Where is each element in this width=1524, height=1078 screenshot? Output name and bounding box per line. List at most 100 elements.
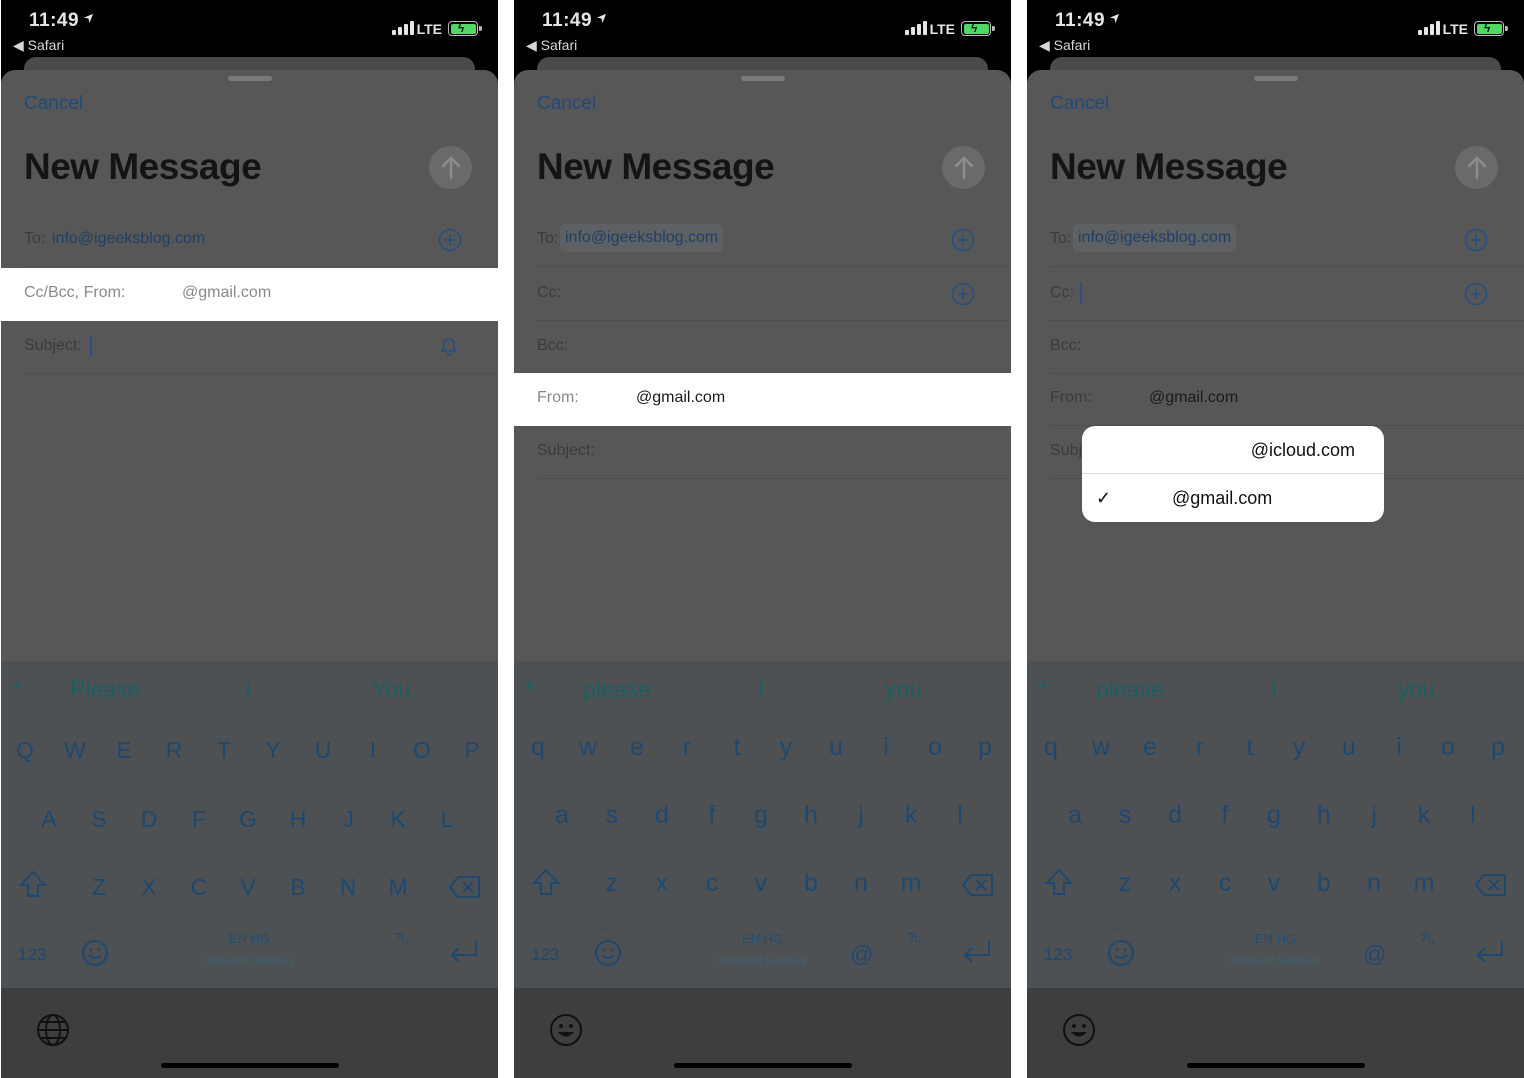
send-button[interactable] bbox=[942, 146, 985, 189]
key[interactable]: z bbox=[1110, 869, 1140, 898]
key[interactable]: F bbox=[184, 806, 214, 833]
key[interactable]: r bbox=[672, 733, 702, 762]
key[interactable]: E bbox=[109, 737, 139, 764]
key[interactable]: Z bbox=[84, 874, 114, 901]
key[interactable]: Q bbox=[10, 737, 40, 764]
add-contact-icon[interactable] bbox=[951, 228, 975, 252]
menu-option-icloud[interactable]: @icloud.com bbox=[1082, 426, 1384, 474]
key[interactable]: u bbox=[821, 733, 851, 762]
key[interactable]: B bbox=[283, 874, 313, 901]
cc-row[interactable]: Cc: bbox=[1027, 268, 1524, 321]
key[interactable]: V bbox=[233, 874, 263, 901]
suggestion-3[interactable]: You bbox=[372, 676, 411, 703]
subject-row[interactable]: Subject: bbox=[1, 321, 498, 374]
return-icon[interactable] bbox=[448, 939, 480, 965]
key[interactable]: U bbox=[308, 737, 338, 764]
key[interactable]: i bbox=[871, 733, 901, 762]
bcc-row[interactable]: Bcc: bbox=[514, 321, 1011, 374]
suggestion-2[interactable]: I bbox=[1271, 676, 1277, 703]
suggestion-1[interactable]: please bbox=[583, 676, 651, 703]
key[interactable]: r bbox=[1185, 733, 1215, 762]
key[interactable]: R bbox=[159, 737, 189, 764]
key[interactable]: X bbox=[134, 874, 164, 901]
key[interactable]: l bbox=[945, 801, 975, 830]
key[interactable]: A bbox=[34, 806, 64, 833]
key[interactable]: p bbox=[1483, 733, 1513, 762]
return-icon[interactable] bbox=[961, 939, 993, 965]
suggestion-3[interactable]: you bbox=[885, 676, 922, 703]
to-recipient-chip[interactable]: info@igeeksblog.com bbox=[560, 224, 724, 252]
key[interactable]: o bbox=[1433, 733, 1463, 762]
to-row[interactable]: To: info@igeeksblog.com bbox=[1027, 214, 1524, 267]
from-row[interactable]: From: @gmail.com bbox=[1027, 373, 1524, 426]
key[interactable]: o bbox=[920, 733, 950, 762]
key[interactable]: l bbox=[1458, 801, 1488, 830]
key[interactable]: S bbox=[84, 806, 114, 833]
punctuation-key[interactable]: ?!,. bbox=[907, 931, 921, 959]
back-to-safari[interactable]: ◀ Safari bbox=[13, 37, 64, 54]
key[interactable]: W bbox=[60, 737, 90, 764]
key[interactable]: w bbox=[1086, 733, 1116, 762]
key[interactable]: h bbox=[1309, 801, 1339, 830]
back-to-safari[interactable]: ◀ Safari bbox=[1039, 37, 1090, 54]
return-icon[interactable] bbox=[1474, 939, 1506, 965]
subject-row[interactable]: Subject: bbox=[514, 426, 1011, 479]
key[interactable]: x bbox=[1160, 869, 1190, 898]
back-to-safari[interactable]: ◀ Safari bbox=[526, 37, 577, 54]
globe-icon[interactable] bbox=[36, 1013, 70, 1047]
key[interactable]: d bbox=[647, 801, 677, 830]
from-value[interactable]: @gmail.com bbox=[636, 389, 725, 407]
home-indicator[interactable] bbox=[160, 1063, 339, 1068]
key[interactable]: w bbox=[573, 733, 603, 762]
key[interactable]: a bbox=[1060, 801, 1090, 830]
add-contact-icon[interactable] bbox=[1464, 228, 1488, 252]
suggestion-plus-button[interactable]: + bbox=[524, 673, 537, 699]
key[interactable]: y bbox=[771, 733, 801, 762]
key[interactable]: z bbox=[597, 869, 627, 898]
key[interactable]: K bbox=[383, 806, 413, 833]
add-contact-icon[interactable] bbox=[1464, 282, 1488, 306]
bell-icon[interactable] bbox=[439, 335, 459, 357]
key[interactable]: u bbox=[1334, 733, 1364, 762]
key[interactable]: s bbox=[1110, 801, 1140, 830]
shift-icon[interactable] bbox=[531, 867, 561, 897]
key[interactable]: b bbox=[796, 869, 826, 898]
menu-option-gmail[interactable]: ✓ @gmail.com bbox=[1082, 474, 1384, 522]
key[interactable]: q bbox=[523, 733, 553, 762]
key[interactable]: m bbox=[896, 869, 926, 898]
key[interactable]: a bbox=[547, 801, 577, 830]
punctuation-key[interactable]: ?!,. bbox=[1420, 931, 1434, 959]
ccbcc-from-row[interactable]: Cc/Bcc, From: @gmail.com bbox=[1, 268, 498, 321]
at-key[interactable]: @ bbox=[1363, 941, 1386, 968]
at-key[interactable]: @ bbox=[850, 941, 873, 968]
key[interactable]: p bbox=[970, 733, 1000, 762]
bcc-row[interactable]: Bcc: bbox=[1027, 321, 1524, 374]
from-row[interactable]: From: @gmail.com bbox=[514, 373, 1011, 426]
suggestion-2[interactable]: I bbox=[758, 676, 764, 703]
swiftkey-spacebar[interactable]: EN HG Microsoft SwiftKey bbox=[1, 931, 498, 967]
key[interactable]: M bbox=[383, 874, 413, 901]
backspace-icon[interactable] bbox=[448, 875, 482, 899]
add-contact-icon[interactable] bbox=[951, 282, 975, 306]
swiftkey-spacebar[interactable]: EN HG Microsoft SwiftKey bbox=[1027, 931, 1524, 967]
key[interactable]: i bbox=[1384, 733, 1414, 762]
add-contact-icon[interactable] bbox=[438, 228, 462, 252]
key[interactable]: e bbox=[1135, 733, 1165, 762]
to-row[interactable]: To: info@igeeksblog.com bbox=[1, 214, 498, 267]
send-button[interactable] bbox=[1455, 146, 1498, 189]
key[interactable]: G bbox=[233, 806, 263, 833]
key[interactable]: j bbox=[846, 801, 876, 830]
suggestion-1[interactable]: Please bbox=[70, 676, 140, 703]
key[interactable]: T bbox=[209, 737, 239, 764]
key[interactable]: g bbox=[746, 801, 776, 830]
emoji-icon[interactable] bbox=[1062, 1013, 1096, 1047]
key[interactable]: H bbox=[283, 806, 313, 833]
send-button[interactable] bbox=[429, 146, 472, 189]
to-recipient-chip[interactable]: info@igeeksblog.com bbox=[1073, 224, 1237, 252]
cancel-button[interactable]: Cancel bbox=[537, 93, 596, 115]
key[interactable]: h bbox=[796, 801, 826, 830]
key[interactable]: C bbox=[184, 874, 214, 901]
backspace-icon[interactable] bbox=[1474, 873, 1508, 897]
swiftkey-spacebar[interactable]: EN HG Microsoft SwiftKey bbox=[514, 931, 1011, 967]
key[interactable]: v bbox=[1259, 869, 1289, 898]
